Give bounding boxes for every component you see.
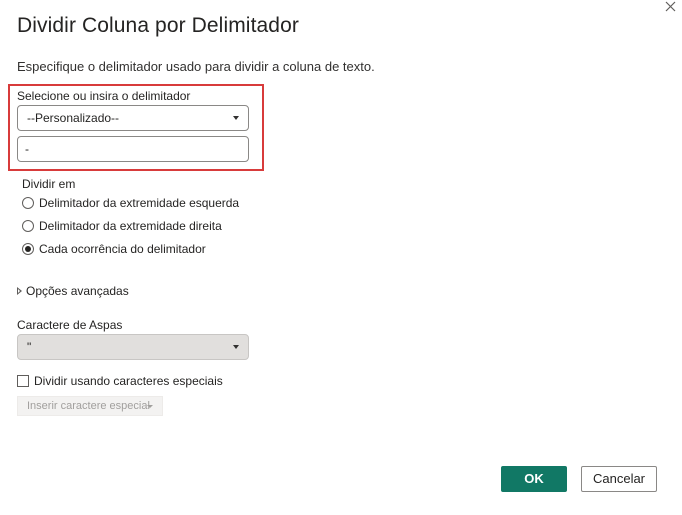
chevron-down-icon xyxy=(147,405,153,408)
radio-circle[interactable] xyxy=(22,220,34,232)
special-chars-checkbox-row[interactable]: Dividir usando caracteres especiais xyxy=(17,374,247,390)
quote-char-label: Caractere de Aspas xyxy=(17,318,123,332)
custom-delimiter-input[interactable]: - xyxy=(17,136,249,162)
close-button[interactable] xyxy=(660,0,682,16)
radio-leftmost[interactable]: Delimitador da extremidade esquerda xyxy=(22,195,262,213)
advanced-options-label: Opções avançadas xyxy=(26,284,129,298)
ok-button[interactable]: OK xyxy=(501,466,567,492)
chevron-down-icon xyxy=(233,116,239,120)
delimiter-select-value: --Personalizado-- xyxy=(27,111,120,125)
close-icon xyxy=(665,1,676,12)
special-chars-label: Dividir usando caracteres especiais xyxy=(34,374,223,388)
delimiter-select[interactable]: --Personalizado-- xyxy=(17,105,249,131)
radio-rightmost[interactable]: Delimitador da extremidade direita xyxy=(22,218,262,236)
chevron-down-icon xyxy=(233,345,239,349)
radio-each-occurrence-label: Cada ocorrência do delimitador xyxy=(39,242,206,256)
radio-leftmost-label: Delimitador da extremidade esquerda xyxy=(39,196,240,210)
split-at-label: Dividir em xyxy=(22,177,76,191)
delimiter-label: Selecione ou insira o delimitador xyxy=(17,89,191,103)
chevron-right-icon xyxy=(17,287,22,295)
cancel-button[interactable]: Cancelar xyxy=(581,466,657,492)
radio-circle[interactable] xyxy=(22,197,34,209)
quote-char-select[interactable]: " xyxy=(17,334,249,360)
custom-delimiter-value: - xyxy=(25,142,29,156)
dialog-title: Dividir Coluna por Delimitador xyxy=(17,14,299,37)
insert-special-char-label: Inserir caractere especial xyxy=(27,400,150,412)
radio-each-occurrence[interactable]: Cada ocorrência do delimitador xyxy=(22,241,262,259)
advanced-options-toggle[interactable]: Opções avançadas xyxy=(17,283,147,299)
radio-rightmost-label: Delimitador da extremidade direita xyxy=(39,219,222,233)
dialog-description: Especifique o delimitador usado para div… xyxy=(17,59,375,74)
special-chars-checkbox[interactable] xyxy=(17,375,29,387)
quote-char-value: " xyxy=(27,340,32,354)
radio-circle-checked[interactable] xyxy=(22,243,34,255)
insert-special-char-button[interactable]: Inserir caractere especial xyxy=(17,396,163,416)
